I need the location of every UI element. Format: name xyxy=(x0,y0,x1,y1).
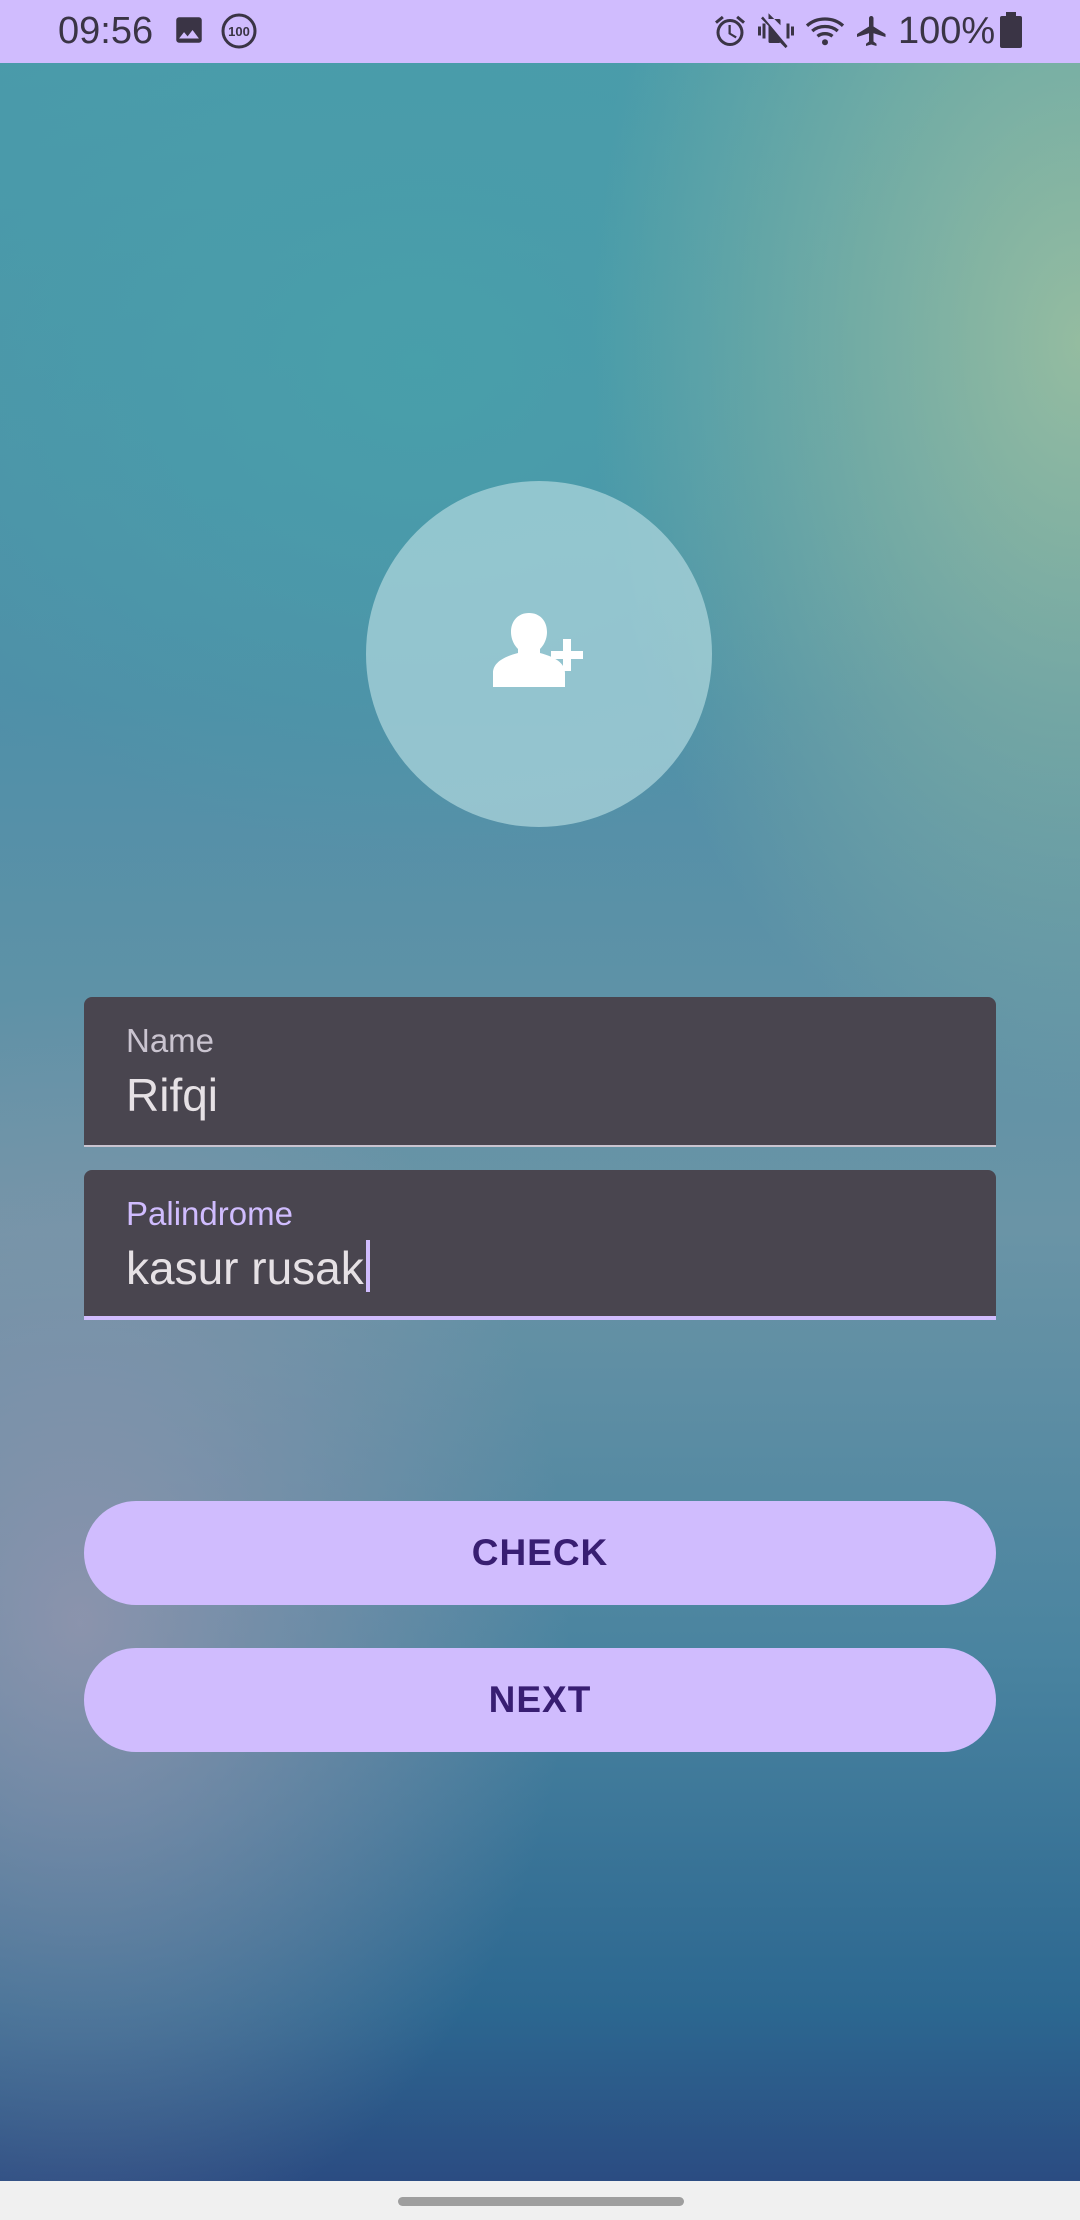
name-field-label: Name xyxy=(126,1022,215,1059)
status-bar: 09:56 100 100% xyxy=(0,0,1080,63)
palindrome-field-value[interactable]: kasur rusak xyxy=(126,1242,364,1294)
battery-full-icon xyxy=(1000,12,1022,58)
name-field-underline xyxy=(84,1145,996,1147)
navigation-bar xyxy=(0,2181,1080,2220)
name-field[interactable]: Name Rifqi xyxy=(84,997,996,1147)
badge-100-icon: 100 xyxy=(220,12,258,60)
image-icon xyxy=(172,13,206,57)
avatar-picker[interactable] xyxy=(366,481,712,827)
main-screen: Name Rifqi Palindrome kasur rusak CHECK … xyxy=(0,63,1080,2181)
wifi-icon xyxy=(804,13,846,59)
battery-percent: 100% xyxy=(898,10,996,52)
status-time: 09:56 xyxy=(58,10,154,52)
palindrome-field-label: Palindrome xyxy=(126,1195,293,1232)
airplane-icon xyxy=(854,13,890,59)
home-gesture-handle[interactable] xyxy=(398,2197,684,2206)
alarm-icon xyxy=(712,13,748,59)
palindrome-field-underline xyxy=(84,1316,996,1320)
vibrate-mute-icon xyxy=(758,13,794,59)
add-person-icon xyxy=(493,613,583,687)
next-button[interactable]: NEXT xyxy=(84,1648,996,1752)
badge-100-text: 100 xyxy=(228,24,250,39)
check-button[interactable]: CHECK xyxy=(84,1501,996,1605)
text-cursor xyxy=(365,1240,370,1292)
name-field-value[interactable]: Rifqi xyxy=(126,1067,218,1123)
palindrome-field[interactable]: Palindrome kasur rusak xyxy=(84,1170,996,1320)
palindrome-field-value-wrap[interactable]: kasur rusak xyxy=(126,1240,370,1296)
